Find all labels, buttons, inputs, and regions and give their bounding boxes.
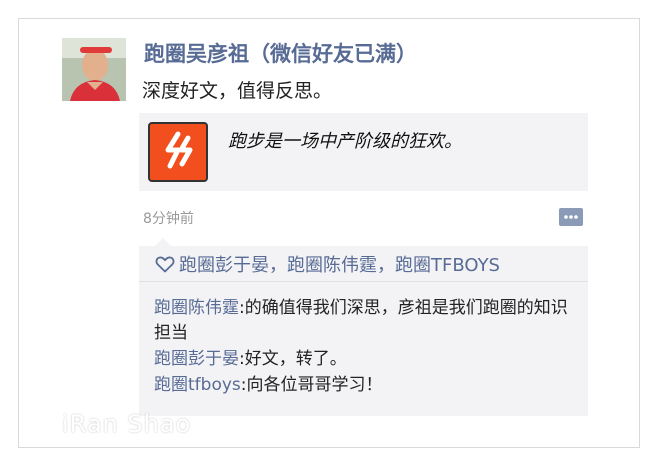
watermark-logo-icon xyxy=(32,411,54,434)
comment-text: 向各位哥哥学习！ xyxy=(246,375,383,395)
link-title: 跑步是一场中产阶级的狂欢。 xyxy=(228,131,462,152)
comment-item[interactable]: 跑圈彭于晏:好文，转了。 xyxy=(154,347,584,372)
watermark: iRan Shao xyxy=(30,410,191,438)
comment-author[interactable]: 跑圈陈伟霆 xyxy=(154,298,239,318)
comment-item[interactable]: 跑圈陈伟霆:的确值得我们深思，彦祖是我们跑圈的知识担当 xyxy=(154,296,584,346)
app-logo-icon xyxy=(148,122,208,182)
shared-link-card[interactable]: 跑步是一场中产阶级的狂欢。 xyxy=(139,113,588,191)
comment-author[interactable]: 跑圈彭于晏 xyxy=(154,349,239,369)
interaction-box-notch xyxy=(155,238,171,246)
post-author-name[interactable]: 跑圈吴彦祖（微信好友已满） xyxy=(144,38,417,68)
comment-icon[interactable] xyxy=(558,206,584,230)
post-text: 深度好文，值得反思。 xyxy=(142,80,333,102)
heart-icon xyxy=(155,256,175,272)
comment-item[interactable]: 跑圈tfboys:向各位哥哥学习！ xyxy=(154,373,584,398)
likes-row: 跑圈彭于晏，跑圈陈伟霆，跑圈TFBOYS xyxy=(139,246,588,282)
post-timestamp: 8分钟前 xyxy=(143,211,194,227)
comment-list: 跑圈陈伟霆:的确值得我们深思，彦祖是我们跑圈的知识担当 跑圈彭于晏:好文，转了。… xyxy=(154,296,584,399)
comment-author[interactable]: 跑圈tfboys xyxy=(154,375,241,395)
likes-names[interactable]: 跑圈彭于晏，跑圈陈伟霆，跑圈TFBOYS xyxy=(179,251,500,277)
comment-text: 好文，转了。 xyxy=(244,349,347,369)
likes-comments-panel: 跑圈彭于晏，跑圈陈伟霆，跑圈TFBOYS 跑圈陈伟霆:的确值得我们深思，彦祖是我… xyxy=(139,246,588,416)
watermark-text: iRan Shao xyxy=(62,410,192,438)
avatar[interactable] xyxy=(62,38,126,101)
